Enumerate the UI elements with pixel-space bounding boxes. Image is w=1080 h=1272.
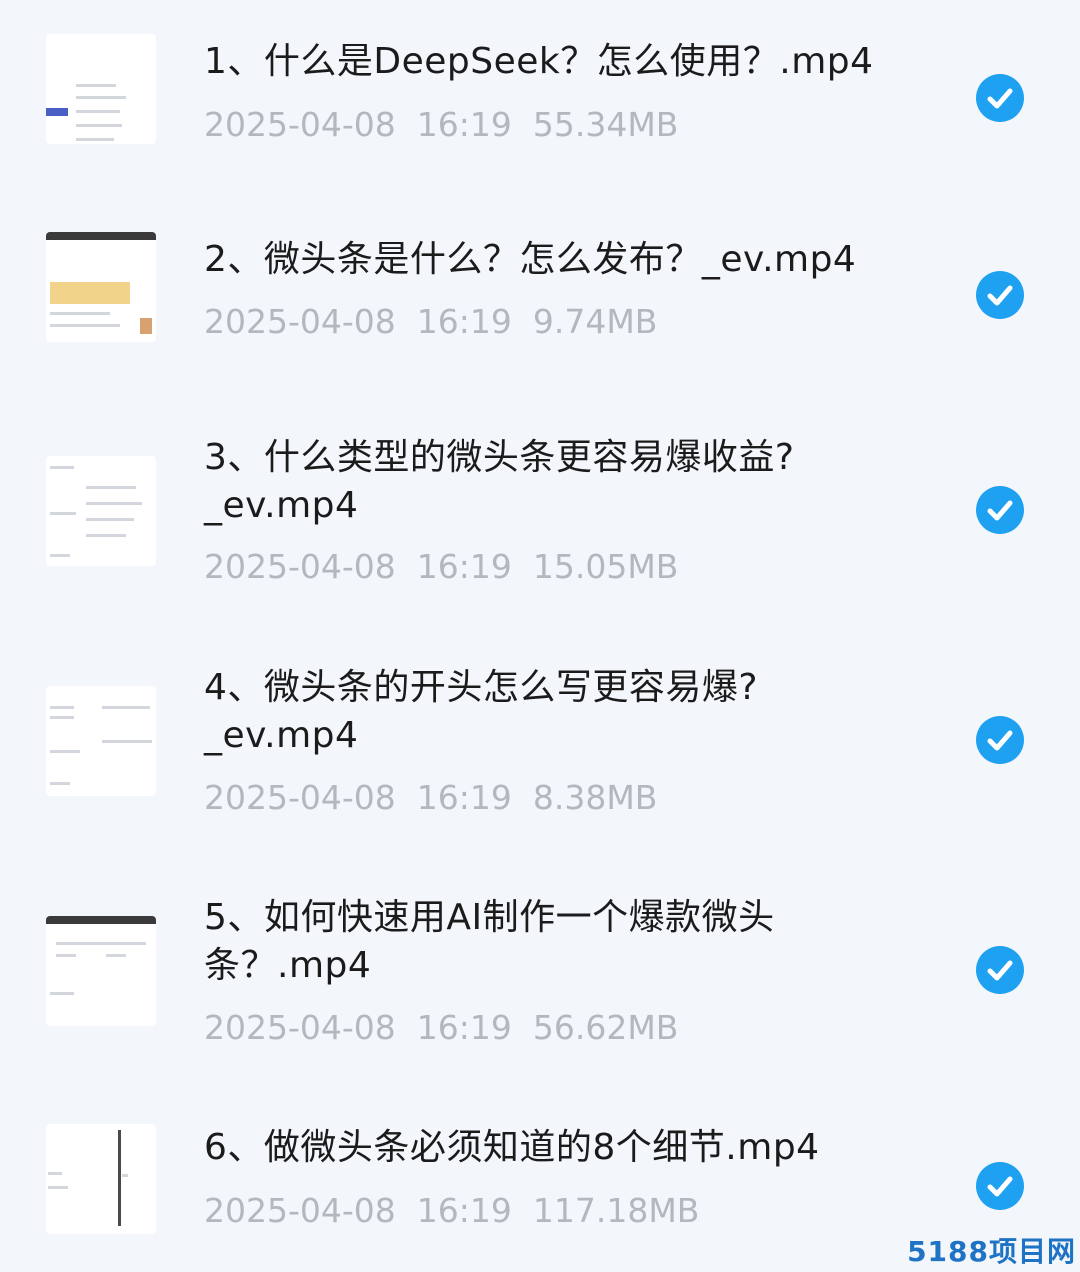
- file-date: 2025-04-08: [204, 302, 396, 341]
- file-time: 16:19: [416, 778, 512, 817]
- video-thumbnail: [46, 34, 156, 144]
- file-size: 55.34MB: [532, 105, 679, 144]
- file-size: 8.38MB: [532, 778, 658, 817]
- file-time: 16:19: [416, 302, 512, 341]
- file-meta: 2025-04-08 16:19 15.05MB: [204, 547, 678, 587]
- file-name: 6、做微头条必须知道的8个细节.mp4: [204, 1127, 820, 1168]
- file-size: 9.74MB: [532, 302, 658, 341]
- file-name: 4、微头条的开头怎么写更容易爆?_ev.mp4: [204, 667, 759, 756]
- selected-check-icon[interactable]: [976, 716, 1024, 764]
- file-meta: 2025-04-08 16:19 55.34MB: [204, 105, 678, 145]
- file-meta: 2025-04-08 16:19 9.74MB: [204, 302, 657, 342]
- file-size: 56.62MB: [532, 1008, 679, 1047]
- file-time: 16:19: [416, 105, 512, 144]
- selected-check-icon[interactable]: [976, 486, 1024, 534]
- file-name: 1、什么是DeepSeek？怎么使用？.mp4: [204, 41, 874, 82]
- video-thumbnail: [46, 1124, 156, 1234]
- selected-check-icon[interactable]: [976, 1162, 1024, 1210]
- selected-check-icon[interactable]: [976, 74, 1024, 122]
- selected-check-icon[interactable]: [976, 946, 1024, 994]
- file-time: 16:19: [416, 1191, 512, 1230]
- file-name: 5、如何快速用AI制作一个爆款微头条？.mp4: [204, 897, 775, 986]
- file-date: 2025-04-08: [204, 105, 396, 144]
- watermark: 5188项目网: [907, 1235, 1076, 1268]
- file-meta: 2025-04-08 16:19 8.38MB: [204, 778, 657, 818]
- selected-check-icon[interactable]: [976, 271, 1024, 319]
- file-meta: 2025-04-08 16:19 117.18MB: [204, 1191, 699, 1231]
- file-size: 15.05MB: [532, 547, 679, 586]
- file-date: 2025-04-08: [204, 1191, 396, 1230]
- file-meta: 2025-04-08 16:19 56.62MB: [204, 1008, 678, 1048]
- video-thumbnail: [46, 232, 156, 342]
- video-thumbnail: [46, 686, 156, 796]
- file-date: 2025-04-08: [204, 1008, 396, 1047]
- file-size: 117.18MB: [532, 1191, 700, 1230]
- file-date: 2025-04-08: [204, 778, 396, 817]
- video-thumbnail: [46, 456, 156, 566]
- file-name: 2、微头条是什么？怎么发布？_ev.mp4: [204, 239, 857, 280]
- file-date: 2025-04-08: [204, 547, 396, 586]
- file-time: 16:19: [416, 1008, 512, 1047]
- file-time: 16:19: [416, 547, 512, 586]
- file-name: 3、什么类型的微头条更容易爆收益?_ev.mp4: [204, 437, 795, 526]
- video-thumbnail: [46, 916, 156, 1026]
